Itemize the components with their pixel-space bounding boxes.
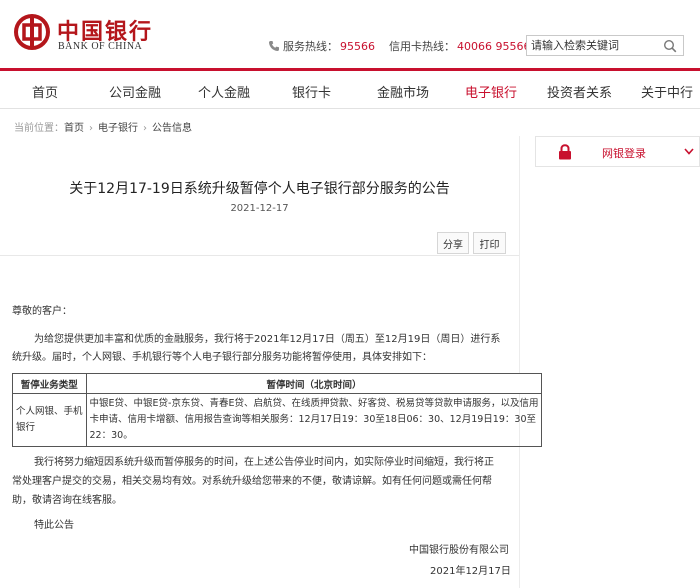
article-actions: 分享 打印 <box>437 232 506 254</box>
article-separator <box>0 255 519 256</box>
print-button[interactable]: 打印 <box>473 232 506 254</box>
paragraph-1-line-1: 为给您提供更加丰富和优质的金融服务，我行将于2021年12月17日（周五）至12… <box>34 334 501 345</box>
table-header-row: 暂停业务类型 暂停时间（北京时间） <box>12 373 543 394</box>
signature-date: 2021年12月17日 <box>430 566 511 577</box>
nav-item-financial-markets[interactable]: 金融市场 <box>377 82 429 101</box>
nav-item-about-boc[interactable]: 关于中行 <box>641 82 693 101</box>
main-nav: 首页 公司金融 个人金融 银行卡 金融市场 电子银行 投资者关系 关于中行 <box>0 71 700 109</box>
table-cell-time: 中银E贷、中银E贷-京东贷、青春E贷、启航贷、在线质押贷款、好客贷、税易贷等贷款… <box>85 393 543 447</box>
table-cell-type: 个人网银、手机 银行 <box>12 393 87 447</box>
content-divider <box>519 136 520 588</box>
table-header-type: 暂停业务类型 <box>12 373 87 394</box>
logo-english-text[interactable]: BANK OF CHINA <box>58 41 142 52</box>
table-cell-time-line: 卡申请、信用卡增额、信用报告查询等相关服务：12月17日19：30至18日06：… <box>89 414 536 425</box>
login-label: 网银登录 <box>602 147 646 160</box>
greeting: 尊敬的客户： <box>12 306 72 317</box>
paragraph-2-line-3: 助，敬请咨询在线客服。 <box>12 495 122 506</box>
table-cell-time-line: 22：30。 <box>89 430 133 441</box>
nav-item-bank-cards[interactable]: 银行卡 <box>292 82 331 101</box>
nav-item-personal-banking[interactable]: 个人金融 <box>198 82 250 101</box>
search-icon[interactable] <box>663 39 677 53</box>
closing-text: 特此公告 <box>34 520 74 531</box>
online-banking-login-button[interactable]: 网银登录 <box>535 136 700 167</box>
nav-item-e-banking[interactable]: 电子银行 <box>465 82 517 101</box>
breadcrumb-label: 当前位置： <box>14 123 64 134</box>
chevron-down-icon <box>684 148 694 155</box>
hotlines: 服务热线： 95566 信用卡热线： 40066 95566 <box>268 38 530 54</box>
lock-icon <box>559 144 571 160</box>
breadcrumb-announcements[interactable]: 公告信息 <box>152 123 192 134</box>
paragraph-1-line-2: 统升级。届时，个人网银、手机银行等个人电子银行部分服务功能将暂停使用，具体安排如… <box>12 352 432 363</box>
nav-item-investor-relations[interactable]: 投资者关系 <box>547 82 612 101</box>
table-cell-type-line: 个人网银、手机 <box>16 406 83 417</box>
table-cell-time-line: 中银E贷、中银E贷-京东贷、青春E贷、启航贷、在线质押贷款、好客贷、税易贷等贷款… <box>89 398 539 409</box>
article-title: 关于12月17-19日系统升级暂停个人电子银行部分服务的公告 <box>69 181 450 197</box>
article-date: 2021-12-17 <box>230 203 289 214</box>
search-input[interactable] <box>527 36 661 55</box>
breadcrumb-separator-icon: › <box>143 123 147 134</box>
service-hotline-label: 服务热线： <box>283 40 338 53</box>
paragraph-2-line-1: 我行将努力缩短因系统升级而暂停服务的时间，在上述公告停业时间内，如实际停业时间缩… <box>34 457 494 468</box>
service-hotline-number: 95566 <box>340 39 375 53</box>
breadcrumb-home[interactable]: 首页 <box>64 123 84 134</box>
table-header-time: 暂停时间（北京时间） <box>85 373 543 394</box>
breadcrumb-e-banking[interactable]: 电子银行 <box>98 123 138 134</box>
signature: 中国银行股份有限公司 <box>409 545 509 556</box>
breadcrumb-separator-icon: › <box>89 123 93 134</box>
credit-hotline-number: 40066 95566 <box>457 39 531 53</box>
suspension-schedule-table: 暂停业务类型 暂停时间（北京时间） 个人网银、手机 银行 中银E贷、中银E贷-京… <box>12 373 543 447</box>
paragraph-2-line-2: 常处理客户提交的交易，相关交易均有效。对系统升级给您带来的不便，敬请谅解。如有任… <box>12 476 492 487</box>
site-header: 中国银行 BANK OF CHINA 服务热线： 95566 信用卡热线： 40… <box>0 0 700 68</box>
share-button[interactable]: 分享 <box>437 232 469 254</box>
nav-item-home[interactable]: 首页 <box>32 82 58 101</box>
breadcrumb: 当前位置：首页 › 电子银行 › 公告信息 <box>14 119 192 134</box>
nav-item-corporate-banking[interactable]: 公司金融 <box>109 82 161 101</box>
table-row: 个人网银、手机 银行 中银E贷、中银E贷-京东贷、青春E贷、启航贷、在线质押贷款… <box>12 393 543 447</box>
bank-of-china-logo-icon[interactable] <box>14 14 50 50</box>
table-cell-type-line: 银行 <box>16 422 36 433</box>
search-box <box>526 35 684 56</box>
credit-hotline-label: 信用卡热线： <box>389 40 455 53</box>
phone-icon <box>269 41 279 51</box>
